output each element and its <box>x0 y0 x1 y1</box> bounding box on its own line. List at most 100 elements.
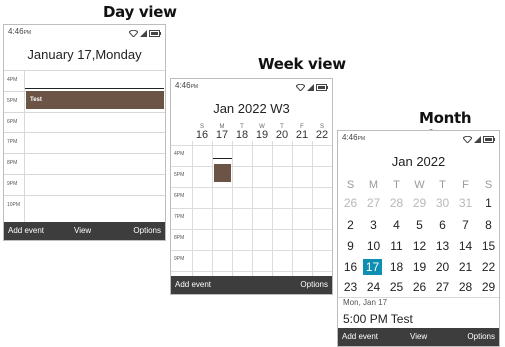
add-event-softkey[interactable]: Add event <box>175 276 211 294</box>
add-event-softkey[interactable]: Add event <box>342 328 378 346</box>
week-view-screen: 4:46PM Jan 2022 W3 S 16 M 17 T 18 W 19 T 20 F… <box>170 78 333 295</box>
status-ampm: PM <box>190 84 199 90</box>
month-header: Jan 2022 <box>391 154 446 169</box>
calendar-day[interactable]: 7 <box>454 217 477 233</box>
day-header: January 17,Monday <box>27 47 142 62</box>
week-grid[interactable]: 4PM 5PM 6PM 7PM 8PM 9PM <box>171 141 332 278</box>
week-day-header[interactable]: S 22 <box>312 124 332 141</box>
calendar-day[interactable]: 31 <box>454 195 477 211</box>
calendar-day[interactable]: 27 <box>431 279 454 295</box>
weekday-label: F <box>462 179 469 191</box>
selected-date-label: Mon, Jan 17 <box>343 298 388 307</box>
options-softkey[interactable]: Options <box>133 222 161 240</box>
status-ampm: PM <box>357 136 366 142</box>
view-softkey[interactable]: View <box>74 222 91 240</box>
calendar-day[interactable]: 30 <box>431 195 454 211</box>
day-timeline[interactable]: 4PM 5PM 6PM 7PM 8PM 9PM 10PM Test <box>4 70 165 224</box>
hour-row[interactable]: 9PM <box>4 174 165 195</box>
hour-label: 8PM <box>7 160 18 167</box>
signal-icon <box>474 134 481 148</box>
signal-icon <box>307 82 314 96</box>
calendar-day[interactable]: 26 <box>339 195 362 211</box>
hour-row[interactable]: 7PM <box>4 132 165 153</box>
event-list-item[interactable]: 5:00 PM Test <box>343 312 413 326</box>
week-day-header[interactable]: W 19 <box>252 124 272 141</box>
week-day-header[interactable]: M 17 <box>212 124 232 141</box>
add-event-softkey[interactable]: Add event <box>8 222 44 240</box>
weekday-label: S <box>346 179 355 191</box>
calendar-day[interactable]: 28 <box>454 279 477 295</box>
calendar-day[interactable]: 23 <box>339 279 362 295</box>
calendar-day[interactable]: 19 <box>408 259 431 275</box>
weekday-label: T <box>439 179 446 191</box>
options-softkey[interactable]: Options <box>300 276 328 294</box>
calendar-day[interactable]: 11 <box>385 238 408 254</box>
calendar-day[interactable]: 29 <box>408 195 431 211</box>
signal-icon <box>140 28 147 42</box>
calendar-day[interactable]: 26 <box>408 279 431 295</box>
calendar-day[interactable]: 16 <box>339 259 362 275</box>
view-softkey[interactable]: View <box>410 328 427 346</box>
week-day-header[interactable]: S 16 <box>192 124 212 141</box>
hour-label: 6PM <box>174 193 185 199</box>
wifi-icon <box>462 134 473 148</box>
calendar-day[interactable]: 20 <box>431 259 454 275</box>
hour-row[interactable]: 6PM <box>4 111 165 133</box>
calendar-day[interactable]: 15 <box>477 238 499 254</box>
month-view-screen: 4:46PM Jan 2022 S M T W T F S 26 27 28 2… <box>337 130 500 347</box>
day-view-screen: 4:46PM January 17,Monday 4PM 5PM 6PM 7PM… <box>3 24 166 241</box>
calendar-day[interactable]: 14 <box>454 238 477 254</box>
week-day-header[interactable]: T 18 <box>232 124 252 141</box>
current-time-line <box>25 88 164 89</box>
week-day-header[interactable]: F 21 <box>292 124 312 141</box>
calendar-day[interactable]: 9 <box>339 238 362 254</box>
hour-label: 4PM <box>174 151 185 157</box>
hour-label: 6PM <box>7 118 18 125</box>
hour-label: 10PM <box>7 201 21 208</box>
calendar-day[interactable]: 10 <box>362 238 385 254</box>
hour-label: 7PM <box>174 214 185 220</box>
calendar-day[interactable]: 6 <box>431 217 454 233</box>
calendar-day[interactable]: 24 <box>362 279 385 295</box>
battery-icon <box>483 134 495 148</box>
event-block[interactable] <box>214 164 231 182</box>
calendar-day[interactable]: 27 <box>362 195 385 211</box>
calendar-day[interactable]: 25 <box>385 279 408 295</box>
day-view-title: Day view <box>103 3 177 21</box>
hour-row[interactable]: 8PM <box>4 153 165 174</box>
calendar-day[interactable]: 1 <box>477 195 499 211</box>
status-time: 4:46 <box>175 81 191 90</box>
hour-label: 5PM <box>174 172 185 178</box>
calendar-day-selected[interactable]: 17 <box>363 259 382 275</box>
hour-row[interactable]: 10PM <box>4 194 165 216</box>
calendar-day[interactable]: 29 <box>477 279 499 295</box>
week-header: Jan 2022 W3 <box>213 101 290 116</box>
wifi-icon <box>128 28 139 42</box>
calendar-day[interactable]: 13 <box>431 238 454 254</box>
week-view-title: Week view <box>258 55 346 73</box>
calendar-day[interactable]: 4 <box>385 217 408 233</box>
status-ampm: PM <box>23 30 32 36</box>
calendar-day[interactable]: 21 <box>454 259 477 275</box>
wifi-icon <box>295 82 306 96</box>
calendar-day[interactable]: 3 <box>362 217 385 233</box>
weekday-label: W <box>414 179 425 191</box>
hour-label: 8PM <box>174 235 185 241</box>
status-time: 4:46 <box>8 27 24 36</box>
softkey-bar: Add event View Options <box>338 328 499 346</box>
calendar-day[interactable]: 12 <box>408 238 431 254</box>
calendar-day[interactable]: 8 <box>477 217 499 233</box>
hour-label: 9PM <box>174 256 185 262</box>
week-day-header[interactable]: T 20 <box>272 124 292 141</box>
calendar-day[interactable]: 2 <box>339 217 362 233</box>
options-softkey[interactable]: Options <box>467 328 495 346</box>
calendar-day[interactable]: 18 <box>385 259 408 275</box>
hour-label: 7PM <box>7 139 18 146</box>
calendar-day[interactable]: 5 <box>408 217 431 233</box>
status-bar: 4:46PM <box>171 79 332 93</box>
hour-label: 5PM <box>7 97 18 104</box>
current-time-line <box>213 158 232 159</box>
event-block[interactable]: Test <box>26 91 164 109</box>
calendar-day[interactable]: 28 <box>385 195 408 211</box>
calendar-day[interactable]: 22 <box>477 259 499 275</box>
